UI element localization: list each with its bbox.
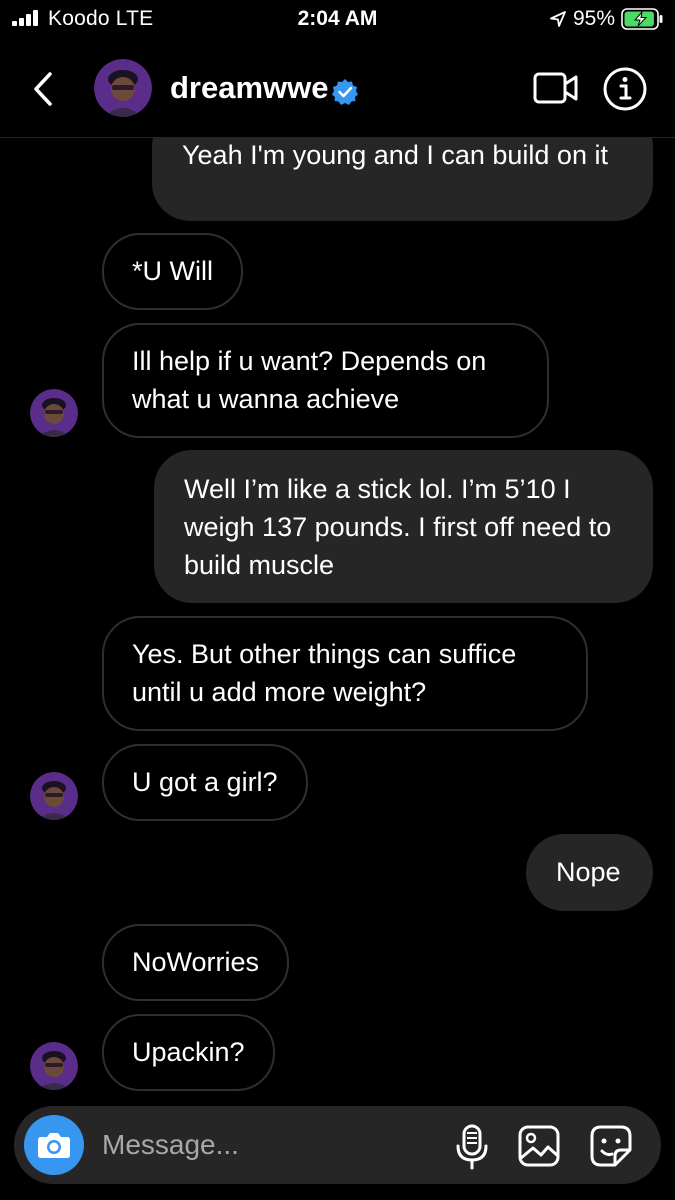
message-composer <box>14 1106 661 1184</box>
message-incoming[interactable]: Yes. But other things can suffice until … <box>102 616 588 731</box>
message-text: Ill help if u want? Depends on what u wa… <box>132 346 487 414</box>
battery-percent: 95% <box>573 7 616 30</box>
username-title[interactable]: dreamwwe <box>170 70 329 106</box>
location-arrow-icon <box>550 11 566 27</box>
message-text: Yeah I'm young and I can build on it <box>182 140 608 170</box>
sender-avatar[interactable] <box>30 1042 78 1090</box>
info-icon[interactable] <box>602 66 648 112</box>
message-outgoing[interactable]: Nope <box>526 834 653 911</box>
message-text: *U Will <box>132 256 213 286</box>
chat-header: dreamwwe <box>0 40 675 138</box>
message-text: U got a girl? <box>132 767 278 797</box>
battery-charging-icon <box>621 8 663 30</box>
video-call-icon[interactable] <box>533 68 579 108</box>
message-text: Well I’m like a stick lol. I’m 5’10 I we… <box>184 474 612 580</box>
message-outgoing[interactable]: Yeah I'm young and I can build on it <box>152 138 653 221</box>
message-incoming[interactable]: Upackin? <box>102 1014 275 1091</box>
back-chevron-icon[interactable] <box>30 69 58 109</box>
message-text: Yes. But other things can suffice until … <box>132 639 517 707</box>
sender-avatar[interactable] <box>30 772 78 820</box>
message-incoming[interactable]: U got a girl? <box>102 744 308 821</box>
verified-badge-icon <box>332 79 358 105</box>
message-text: Nope <box>556 857 621 887</box>
gallery-icon[interactable] <box>517 1124 561 1168</box>
camera-button[interactable] <box>24 1115 84 1175</box>
message-incoming[interactable]: Ill help if u want? Depends on what u wa… <box>102 323 549 438</box>
message-thread[interactable]: Yeah I'm young and I can build on it *U … <box>0 138 675 1098</box>
microphone-icon[interactable] <box>454 1124 490 1170</box>
status-bar: Koodo LTE 2:04 AM 95% <box>0 0 675 40</box>
message-incoming[interactable]: NoWorries <box>102 924 290 1001</box>
message-outgoing[interactable]: Well I’m like a stick lol. I’m 5’10 I we… <box>154 450 653 603</box>
message-input[interactable] <box>102 1106 432 1184</box>
sender-avatar[interactable] <box>30 389 78 437</box>
message-text: Upackin? <box>132 1037 245 1067</box>
camera-icon <box>38 1133 70 1158</box>
message-text: NoWorries <box>132 947 260 977</box>
sticker-icon[interactable] <box>589 1124 633 1168</box>
avatar[interactable] <box>94 59 152 117</box>
message-incoming[interactable]: *U Will <box>102 233 243 310</box>
